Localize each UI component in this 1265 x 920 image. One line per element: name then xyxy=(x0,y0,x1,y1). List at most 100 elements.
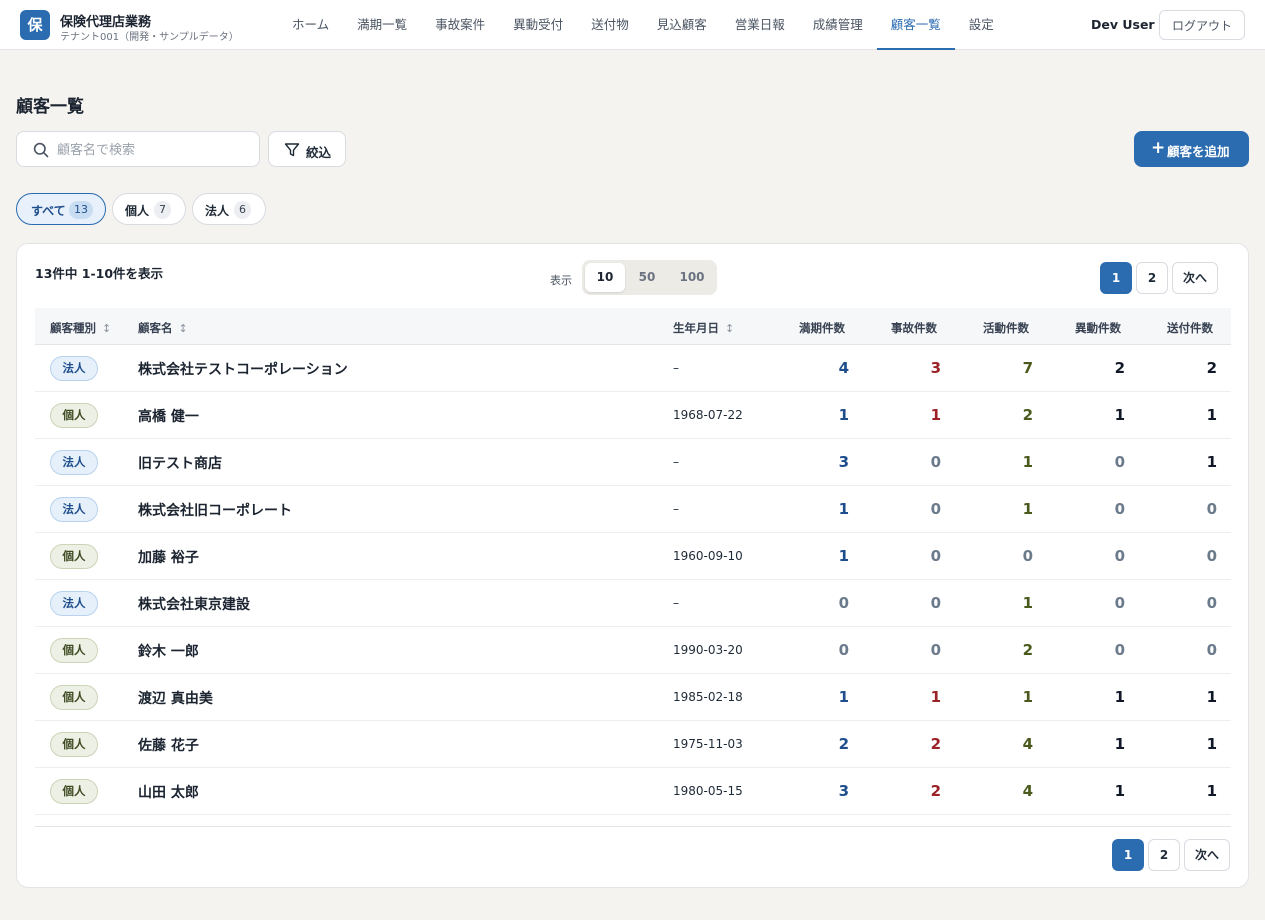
activity-count: 7 xyxy=(1022,359,1033,377)
column-header-type[interactable]: 顧客種別 ↕ xyxy=(50,320,111,336)
table-row[interactable]: 個人 山田 太郎 1980-05-15 3 2 4 1 1 xyxy=(35,768,1231,815)
table-row[interactable]: 個人 佐藤 花子 1975-11-03 2 2 4 1 1 xyxy=(35,721,1231,768)
send-count: 0 xyxy=(1206,594,1217,612)
customer-name-link[interactable]: 佐藤 花子 xyxy=(138,735,199,755)
app-logo[interactable]: 保 xyxy=(20,10,50,40)
result-summary: 13件中 1-10件を表示 xyxy=(35,266,164,281)
customer-name-link[interactable]: 株式会社東京建設 xyxy=(138,594,250,614)
filter-button[interactable]: 絞込 xyxy=(268,131,346,167)
page-button-2[interactable]: 2 xyxy=(1136,262,1168,294)
send-count: 0 xyxy=(1206,547,1217,565)
birth-date: 1975-11-03 xyxy=(673,737,743,751)
column-header-activity: 活動件数 xyxy=(983,321,1029,335)
page-size-option-100[interactable]: 100 xyxy=(670,263,714,292)
birth-date: 1985-02-18 xyxy=(673,690,743,704)
customer-type-badge: 個人 xyxy=(50,544,98,569)
table-row[interactable]: 法人 旧テスト商店 – 3 0 1 0 1 xyxy=(35,439,1231,486)
birth-date: 1990-03-20 xyxy=(673,643,743,657)
customer-name-link[interactable]: 鈴木 一郎 xyxy=(138,641,199,661)
customer-type-badge: 法人 xyxy=(50,450,98,475)
table-row[interactable]: 個人 加藤 裕子 1960-09-10 1 0 0 0 0 xyxy=(35,533,1231,580)
page-button-2[interactable]: 2 xyxy=(1148,839,1180,871)
nav-item-6[interactable]: 営業日報 xyxy=(721,0,799,50)
nav-item-5[interactable]: 見込顧客 xyxy=(643,0,721,50)
filter-chip-label: すべて xyxy=(31,204,66,218)
customer-type-badge: 法人 xyxy=(50,497,98,522)
search-box[interactable] xyxy=(16,131,260,167)
change-count: 0 xyxy=(1114,453,1125,471)
table-row[interactable]: 個人 渡辺 真由美 1985-02-18 1 1 1 1 1 xyxy=(35,674,1231,721)
send-count: 0 xyxy=(1206,500,1217,518)
change-count: 1 xyxy=(1114,735,1125,753)
next-page-button[interactable]: 次へ xyxy=(1184,839,1230,871)
column-header-birth[interactable]: 生年月日 ↕ xyxy=(673,320,734,336)
accident-count: 3 xyxy=(930,359,941,377)
send-count: 0 xyxy=(1206,641,1217,659)
nav-item-3[interactable]: 異動受付 xyxy=(499,0,577,50)
filter-chip-count: 13 xyxy=(69,201,93,219)
table-row[interactable]: 法人 株式会社テストコーポレーション – 4 3 7 2 2 xyxy=(35,345,1231,392)
birth-date: – xyxy=(673,596,679,610)
page-button-1[interactable]: 1 xyxy=(1112,839,1144,871)
send-count: 1 xyxy=(1206,453,1217,471)
activity-count: 2 xyxy=(1022,406,1033,424)
table-row[interactable]: 法人 株式会社東京建設 – 0 0 1 0 0 xyxy=(35,580,1231,627)
filter-chip-1[interactable]: 個人 7 xyxy=(112,193,186,225)
page-size-option-50[interactable]: 50 xyxy=(627,263,667,292)
table-row[interactable]: 法人 株式会社旧コーポレート – 1 0 1 0 0 xyxy=(35,486,1231,533)
change-count: 0 xyxy=(1114,641,1125,659)
customer-name-link[interactable]: 渡辺 真由美 xyxy=(138,688,213,708)
activity-count: 4 xyxy=(1022,735,1033,753)
page-size-option-10[interactable]: 10 xyxy=(585,263,625,292)
filter-chip-2[interactable]: 法人 6 xyxy=(192,193,266,225)
customer-name-link[interactable]: 株式会社テストコーポレーション xyxy=(138,359,348,379)
column-header-send: 送付件数 xyxy=(1167,321,1213,335)
maturity-count: 0 xyxy=(838,641,849,659)
user-name: Dev User xyxy=(1091,17,1155,32)
customer-name-link[interactable]: 旧テスト商店 xyxy=(138,453,222,473)
column-header-accident: 事故件数 xyxy=(891,321,937,335)
accident-count: 0 xyxy=(930,500,941,518)
column-header-name[interactable]: 顧客名 ↕ xyxy=(138,320,188,336)
nav-item-2[interactable]: 事故案件 xyxy=(421,0,499,50)
activity-count: 0 xyxy=(1022,547,1033,565)
logout-button[interactable]: ログアウト xyxy=(1159,10,1245,40)
sort-icon: ↕ xyxy=(102,322,112,335)
page-button-1[interactable]: 1 xyxy=(1100,262,1132,294)
filter-chip-0[interactable]: すべて 13 xyxy=(16,193,106,225)
change-count: 0 xyxy=(1114,547,1125,565)
customer-name-link[interactable]: 加藤 裕子 xyxy=(138,547,199,567)
nav-item-8[interactable]: 顧客一覧 xyxy=(876,0,955,50)
accident-count: 2 xyxy=(930,782,941,800)
add-customer-label: 顧客を追加 xyxy=(1167,144,1230,159)
nav-item-9[interactable]: 設定 xyxy=(955,0,1008,50)
customer-type-badge: 法人 xyxy=(50,591,98,616)
change-count: 1 xyxy=(1114,688,1125,706)
customer-name-link[interactable]: 山田 太郎 xyxy=(138,782,199,802)
change-count: 0 xyxy=(1114,594,1125,612)
nav-item-0[interactable]: ホーム xyxy=(278,0,343,50)
nav-item-4[interactable]: 送付物 xyxy=(577,0,643,50)
nav-item-1[interactable]: 満期一覧 xyxy=(343,0,421,50)
table-divider xyxy=(35,826,1231,827)
page-size-selector: 10 50 100 xyxy=(582,260,717,295)
search-icon xyxy=(33,142,49,158)
activity-count: 4 xyxy=(1022,782,1033,800)
table-row[interactable]: 個人 高橋 健一 1968-07-22 1 1 2 1 1 xyxy=(35,392,1231,439)
customer-name-link[interactable]: 株式会社旧コーポレート xyxy=(138,500,292,520)
nav-item-7[interactable]: 成績管理 xyxy=(799,0,877,50)
next-page-button[interactable]: 次へ xyxy=(1172,262,1218,294)
accident-count: 0 xyxy=(930,641,941,659)
column-header-change: 異動件数 xyxy=(1075,321,1121,335)
table-header: 顧客種別 ↕ 顧客名 ↕ 生年月日 ↕ 満期件数 事故件数 活動件数 異動件数 送付件… xyxy=(35,308,1231,345)
birth-date: 1980-05-15 xyxy=(673,784,743,798)
customer-name-link[interactable]: 高橋 健一 xyxy=(138,406,199,426)
search-input[interactable] xyxy=(57,140,247,160)
customer-list-card: 13件中 1-10件を表示 表示 10 50 100 1 2 次へ 顧客種別 ↕ 顧客名 ↕… xyxy=(16,243,1249,888)
add-customer-button[interactable]: + 顧客を追加 xyxy=(1134,131,1249,167)
customer-type-badge: 個人 xyxy=(50,403,98,428)
table-row[interactable]: 個人 鈴木 一郎 1990-03-20 0 0 2 0 0 xyxy=(35,627,1231,674)
page-size-label: 表示 xyxy=(550,274,572,287)
sort-icon: ↕ xyxy=(725,322,735,335)
customer-type-badge: 個人 xyxy=(50,732,98,757)
